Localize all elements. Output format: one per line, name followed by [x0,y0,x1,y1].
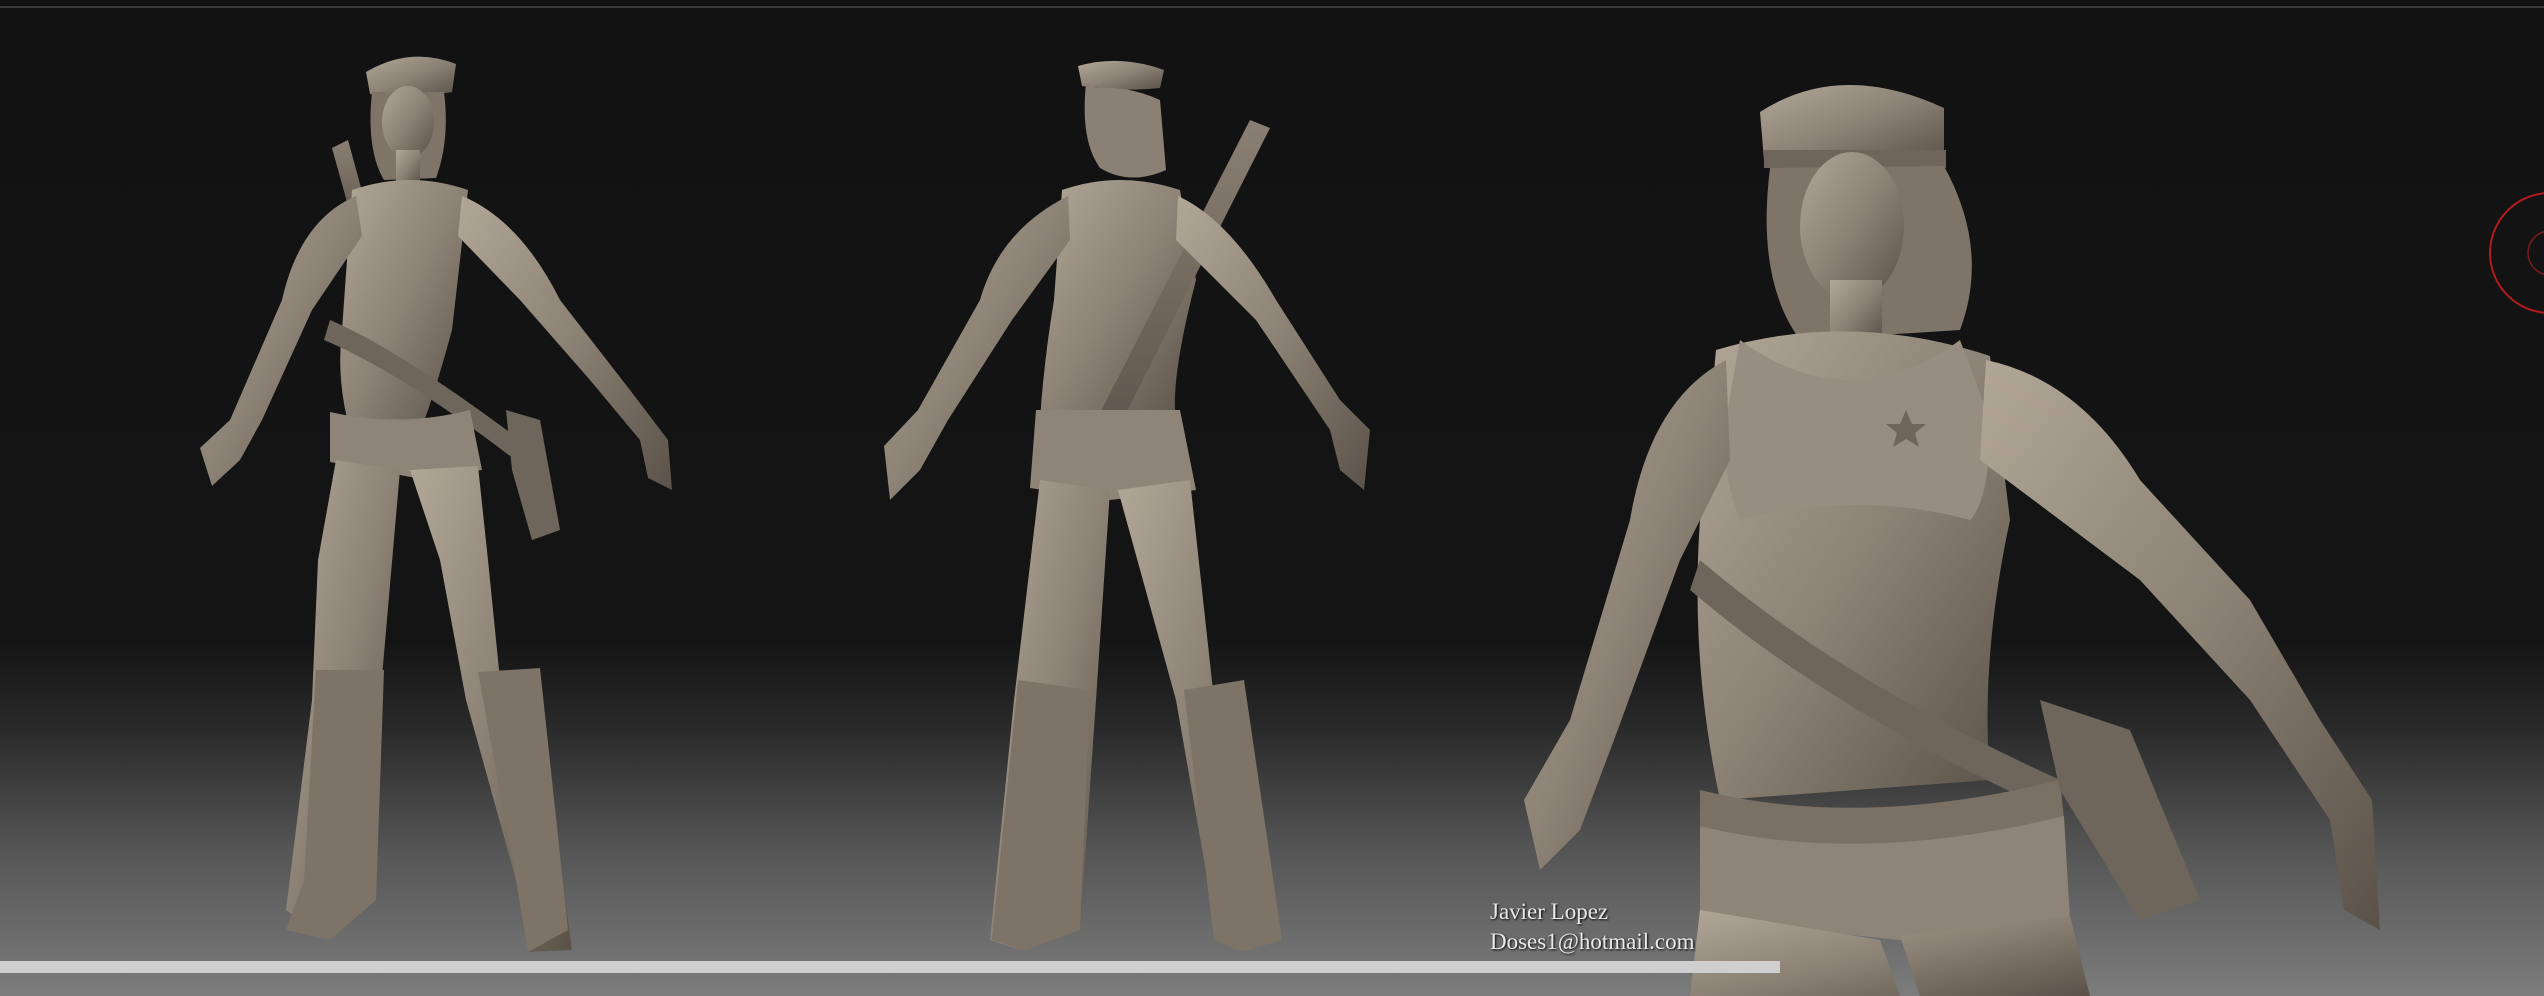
artist-name: Javier Lopez [1490,899,1609,924]
back-arm-right [1176,196,1370,490]
figure-front-view [200,56,672,952]
figure-closeup-view [1524,84,2380,996]
progress-bar [0,961,1780,973]
artist-email: Doses1@hotmail.com [1490,929,1695,954]
front-arm-right [458,196,672,490]
back-boot-left [992,680,1090,950]
back-cap [1078,60,1164,90]
sculpt-scene [200,56,2380,996]
progress-bar-fill [0,961,1780,973]
back-hair [1084,84,1166,178]
closeup-head [1800,152,1904,300]
front-head [382,86,434,158]
front-satchel [506,410,560,540]
front-neck [396,150,420,184]
figure-back-view [884,60,1370,952]
closeup-neck [1830,280,1882,340]
sculpt-viewport[interactable]: Javier Lopez Doses1@hotmail.com [0,0,2544,996]
front-boot-right [478,668,568,952]
nav-circle-icon[interactable] [2484,188,2544,318]
